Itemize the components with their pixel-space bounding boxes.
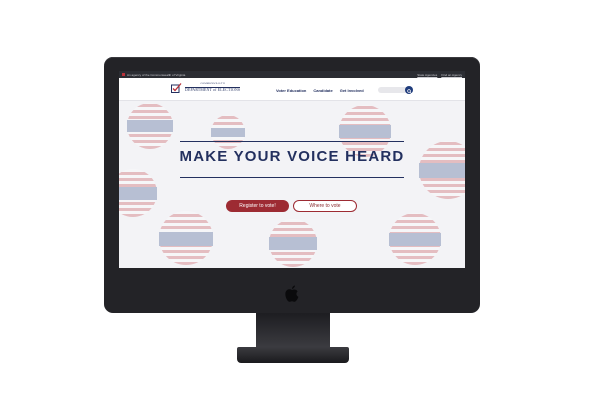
agency-links: State Agencies Find an Agency [417,73,462,77]
headline-top-rule [180,141,404,142]
voted-sticker-image [269,219,317,267]
voted-sticker-image [159,211,213,265]
logo-big-text: DEPARTMENT of ELECTIONS [185,86,241,92]
screen: An agency of the Commonwealth of Virgini… [119,71,465,268]
search-input[interactable] [378,87,408,93]
hero-headline: MAKE YOUR VOICE HEARD [179,148,405,165]
where-to-vote-button[interactable]: Where to vote [293,200,357,212]
search-icon [406,81,412,99]
voted-sticker-image [119,169,157,217]
state-agencies-link[interactable]: State Agencies [417,73,437,77]
apple-logo-icon [284,285,300,308]
agency-text: An agency of the Commonwealth of Virgini… [127,72,186,77]
logo[interactable]: COMMONWEALTH DEPARTMENT of ELECTIONS [171,82,241,93]
logo-small-text: COMMONWEALTH [200,82,225,86]
nav-get-involved[interactable]: Get Involved [340,88,364,93]
agency-label-group: An agency of the Commonwealth of Virgini… [122,73,185,77]
voted-sticker-image [389,213,441,265]
headline-bottom-rule [180,177,404,178]
state-seal-icon [122,73,125,76]
nav-candidate[interactable]: Candidate [313,88,332,93]
find-agency-link[interactable]: Find an Agency [441,73,462,77]
nav-voter-education[interactable]: Voter Education [276,88,306,93]
voted-sticker-image [211,115,245,149]
register-to-vote-button[interactable]: Register to vote! [226,200,289,212]
agency-bar: An agency of the Commonwealth of Virgini… [119,71,465,78]
hero-section: MAKE YOUR VOICE HEARD Register to vote! … [119,101,465,268]
checkmark-ballot-icon [171,83,182,93]
search-button[interactable] [405,86,413,94]
monitor-stand-base [237,347,349,363]
navbar: COMMONWEALTH DEPARTMENT of ELECTIONS Vot… [119,78,465,101]
nav-links: Voter Education Candidate Get Involved [276,88,364,93]
voted-sticker-image [127,103,173,149]
monitor-stand-neck [256,313,330,347]
logo-text: COMMONWEALTH DEPARTMENT of ELECTIONS [185,82,241,92]
